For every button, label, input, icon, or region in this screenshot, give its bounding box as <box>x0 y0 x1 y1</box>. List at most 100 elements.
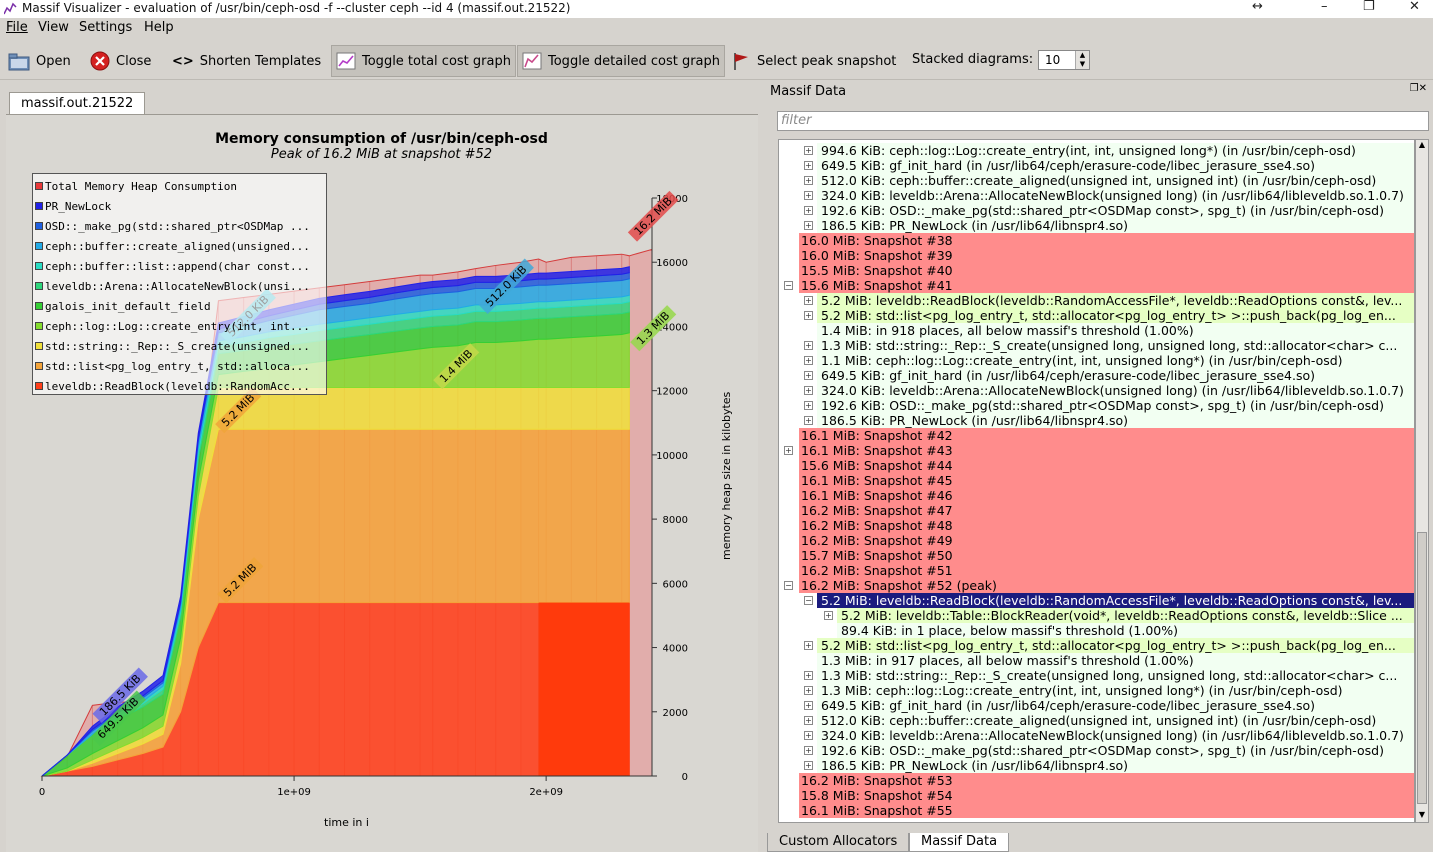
expand-icon[interactable]: + <box>804 311 813 320</box>
tree-row[interactable]: +1.3 MiB: std::string::_Rep::_S_create(u… <box>779 668 1414 683</box>
tree-scrollbar[interactable]: ▲ ▼ <box>1415 139 1429 823</box>
tree-row[interactable]: +1.3 MiB: std::string::_Rep::_S_create(u… <box>779 338 1414 353</box>
tree-row[interactable]: +186.5 KiB: PR_NewLock (in /usr/lib64/li… <box>779 413 1414 428</box>
tree-row[interactable]: +512.0 KiB: ceph::buffer::create_aligned… <box>779 713 1414 728</box>
expand-icon[interactable]: + <box>804 731 813 740</box>
tree-row[interactable]: +324.0 KiB: leveldb::Arena::AllocateNewB… <box>779 383 1414 398</box>
snapshot-row[interactable]: 15.8 MiB: Snapshot #54 <box>779 788 1414 803</box>
snapshot-row[interactable]: 16.1 MiB: Snapshot #45 <box>779 473 1414 488</box>
legend-item[interactable]: std::string::_Rep::_S_create(unsigned... <box>35 336 310 356</box>
legend-item[interactable]: std::list<pg_log_entry_t, std::alloca... <box>35 356 310 376</box>
minimize-button[interactable]: – <box>1321 0 1328 14</box>
collapse-icon[interactable]: − <box>804 596 813 605</box>
tree-row[interactable]: +192.6 KiB: OSD::_make_pg(std::shared_pt… <box>779 743 1414 758</box>
legend-item[interactable]: ceph::log::Log::create_entry(int, int... <box>35 316 310 336</box>
legend-item[interactable]: Total Memory Heap Consumption <box>35 176 237 196</box>
expand-icon[interactable]: + <box>804 371 813 380</box>
tab-massif-file[interactable]: massif.out.21522 <box>9 92 146 114</box>
expand-icon[interactable]: + <box>804 176 813 185</box>
snapshot-row[interactable]: 16.1 MiB: Snapshot #42 <box>779 428 1414 443</box>
close-button[interactable]: Close <box>86 45 155 77</box>
tree-row[interactable]: −5.2 MiB: leveldb::ReadBlock(leveldb::Ra… <box>779 593 1414 608</box>
snapshot-row[interactable]: −15.6 MiB: Snapshot #41 <box>779 278 1414 293</box>
tree-row[interactable]: +512.0 KiB: ceph::buffer::create_aligned… <box>779 173 1414 188</box>
tree-row[interactable]: +186.5 KiB: PR_NewLock (in /usr/lib64/li… <box>779 218 1414 233</box>
tree-row[interactable]: +1.1 MiB: ceph::log::Log::create_entry(i… <box>779 353 1414 368</box>
expand-icon[interactable]: + <box>804 341 813 350</box>
tree-row[interactable]: +1.3 MiB: ceph::log::Log::create_entry(i… <box>779 683 1414 698</box>
snapshot-row[interactable]: 16.2 MiB: Snapshot #48 <box>779 518 1414 533</box>
expand-icon[interactable]: + <box>804 701 813 710</box>
toggle-total-cost-button[interactable]: Toggle total cost graph <box>331 45 516 77</box>
expand-icon[interactable]: + <box>804 641 813 650</box>
menu-settings[interactable]: Settings <box>79 20 132 35</box>
legend-item[interactable]: leveldb::Arena::AllocateNewBlock(unsi... <box>35 276 310 296</box>
expand-icon[interactable]: + <box>804 386 813 395</box>
filter-input[interactable]: filter <box>777 111 1429 131</box>
maximize-button[interactable]: ❐ <box>1363 0 1375 14</box>
snapshot-tree[interactable]: +994.6 KiB: ceph::log::Log::create_entry… <box>778 139 1415 823</box>
expand-icon[interactable]: + <box>804 221 813 230</box>
tree-row[interactable]: +994.6 KiB: ceph::log::Log::create_entry… <box>779 143 1414 158</box>
tree-row[interactable]: +5.2 MiB: std::list<pg_log_entry_t, std:… <box>779 638 1414 653</box>
snapshot-row[interactable]: 16.2 MiB: Snapshot #47 <box>779 503 1414 518</box>
snapshot-row[interactable]: 16.1 MiB: Snapshot #46 <box>779 488 1414 503</box>
tree-row[interactable]: +5.2 MiB: std::list<pg_log_entry_t, std:… <box>779 308 1414 323</box>
tree-row[interactable]: +5.2 MiB: leveldb::ReadBlock(leveldb::Ra… <box>779 293 1414 308</box>
dock-float-icon[interactable]: ❐✕ <box>1410 83 1427 94</box>
tree-row[interactable]: 1.4 MiB: in 918 places, all below massif… <box>779 323 1414 338</box>
menu-view[interactable]: View <box>38 20 69 35</box>
collapse-icon[interactable]: − <box>784 281 793 290</box>
snapshot-row[interactable]: 16.0 MiB: Snapshot #39 <box>779 248 1414 263</box>
snapshot-row[interactable]: 15.6 MiB: Snapshot #44 <box>779 458 1414 473</box>
tree-row[interactable]: +324.0 KiB: leveldb::Arena::AllocateNewB… <box>779 188 1414 203</box>
tree-row[interactable]: 1.3 MiB: in 917 places, all below massif… <box>779 653 1414 668</box>
snapshot-row[interactable]: 16.2 MiB: Snapshot #51 <box>779 563 1414 578</box>
snapshot-row[interactable]: 15.7 MiB: Snapshot #50 <box>779 548 1414 563</box>
scroll-down-icon[interactable]: ▼ <box>1417 810 1427 822</box>
snapshot-row[interactable]: 15.5 MiB: Snapshot #40 <box>779 263 1414 278</box>
select-peak-button[interactable]: Select peak snapshot <box>727 45 900 77</box>
tab-custom-allocators[interactable]: Custom Allocators <box>767 833 910 852</box>
expand-icon[interactable]: + <box>804 146 813 155</box>
tab-massif-data[interactable]: Massif Data <box>909 833 1010 852</box>
expand-icon[interactable]: + <box>804 746 813 755</box>
snapshot-row[interactable]: 16.2 MiB: Snapshot #49 <box>779 533 1414 548</box>
tree-row[interactable]: +649.5 KiB: gf_init_hard (in /usr/lib64/… <box>779 158 1414 173</box>
tree-row[interactable]: +192.6 KiB: OSD::_make_pg(std::shared_pt… <box>779 398 1414 413</box>
stacked-diagrams-spinbox[interactable]: 10 ▲ ▼ <box>1038 50 1090 70</box>
expand-icon[interactable]: + <box>804 191 813 200</box>
snapshot-row[interactable]: 16.1 MiB: Snapshot #55 <box>779 803 1414 818</box>
collapse-icon[interactable]: − <box>784 581 793 590</box>
expand-icon[interactable]: + <box>804 356 813 365</box>
legend-item[interactable]: leveldb::ReadBlock(leveldb::RandomAcc... <box>35 376 310 396</box>
tree-row[interactable]: +192.6 KiB: OSD::_make_pg(std::shared_pt… <box>779 203 1414 218</box>
close-window-button[interactable]: ✕ <box>1409 0 1420 14</box>
expand-icon[interactable]: + <box>824 611 833 620</box>
scroll-thumb[interactable] <box>1417 532 1427 804</box>
legend-item[interactable]: OSD::_make_pg(std::shared_ptr<OSDMap ... <box>35 216 310 236</box>
spin-arrows[interactable]: ▲ ▼ <box>1075 51 1089 69</box>
spin-down-icon[interactable]: ▼ <box>1076 60 1089 69</box>
snapshot-row[interactable]: −16.2 MiB: Snapshot #52 (peak) <box>779 578 1414 593</box>
expand-icon[interactable]: + <box>804 296 813 305</box>
expand-icon[interactable]: + <box>804 716 813 725</box>
shorten-templates-button[interactable]: <> Shorten Templates <box>168 45 325 77</box>
legend-item[interactable]: ceph::buffer::create_aligned(unsigned... <box>35 236 310 256</box>
snapshot-row[interactable]: 16.0 MiB: Snapshot #38 <box>779 233 1414 248</box>
expand-icon[interactable]: + <box>804 761 813 770</box>
open-button[interactable]: Open <box>4 45 75 77</box>
snapshot-row[interactable]: +16.1 MiB: Snapshot #43 <box>779 443 1414 458</box>
menu-file[interactable]: File <box>6 20 28 35</box>
snapshot-row[interactable]: 16.2 MiB: Snapshot #53 <box>779 773 1414 788</box>
spin-up-icon[interactable]: ▲ <box>1076 51 1089 60</box>
legend-item[interactable]: PR_NewLock <box>35 196 111 216</box>
expand-icon[interactable]: + <box>784 446 793 455</box>
expand-icon[interactable]: + <box>804 686 813 695</box>
scroll-up-icon[interactable]: ▲ <box>1417 140 1427 152</box>
menu-help[interactable]: Help <box>144 20 174 35</box>
legend-item[interactable]: ceph::buffer::list::append(char const... <box>35 256 310 276</box>
expand-icon[interactable]: + <box>804 671 813 680</box>
tree-row[interactable]: 89.4 KiB: in 1 place, below massif's thr… <box>779 623 1414 638</box>
toggle-detailed-cost-button[interactable]: Toggle detailed cost graph <box>517 45 726 77</box>
